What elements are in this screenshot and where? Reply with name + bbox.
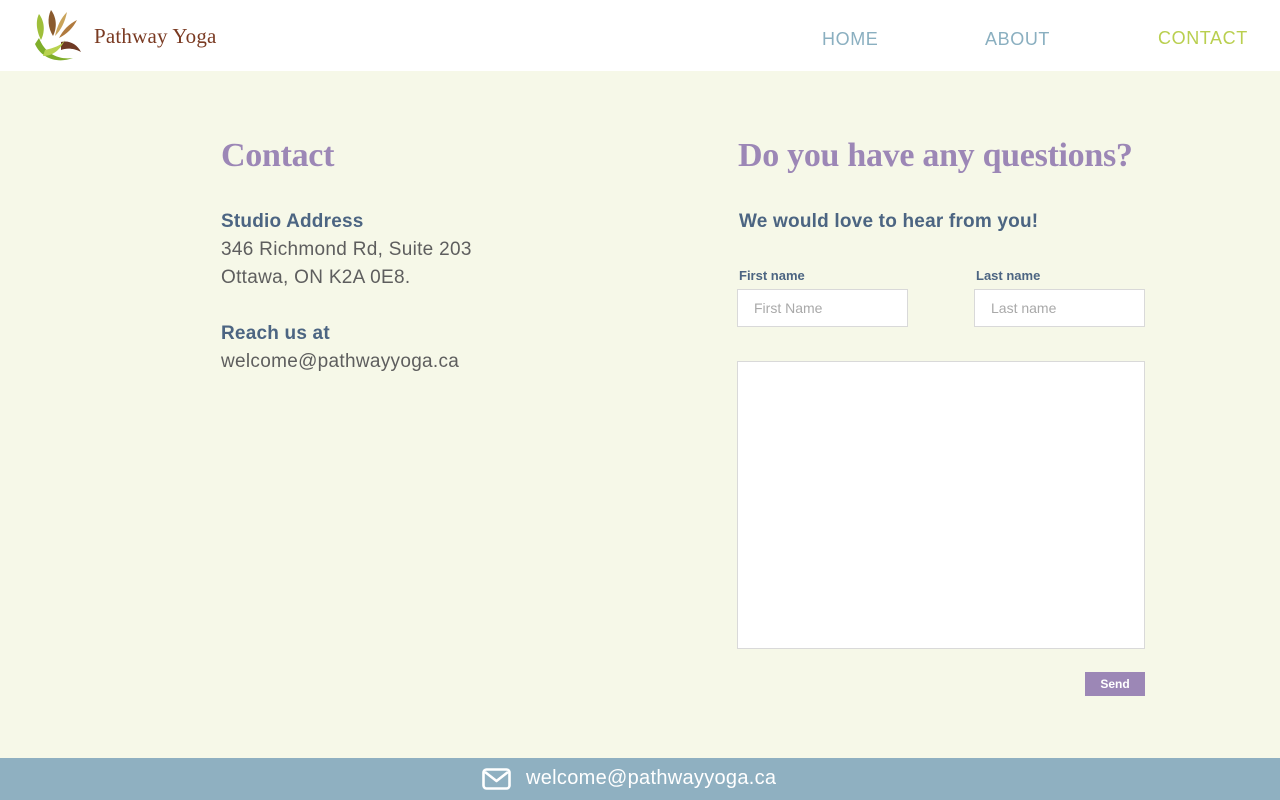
site-header: Pathway Yoga HOME ABOUT CONTACT: [0, 0, 1280, 71]
contact-title: Contact: [221, 137, 335, 174]
last-name-label: Last name: [976, 268, 1041, 283]
address-line-2: Ottawa, ON K2A 0E8.: [221, 267, 411, 288]
reach-us-heading: Reach us at: [221, 323, 330, 344]
questions-title: Do you have any questions?: [738, 137, 1133, 174]
site-footer: welcome@pathwayyoga.ca: [0, 758, 1280, 800]
logo-text: Pathway Yoga: [94, 23, 217, 48]
first-name-label: First name: [739, 268, 805, 283]
first-name-input[interactable]: [737, 289, 908, 327]
send-button[interactable]: Send: [1085, 672, 1145, 696]
lotus-leaf-logo-icon: [35, 10, 81, 61]
studio-address-heading: Studio Address: [221, 211, 364, 232]
message-textarea[interactable]: [737, 361, 1145, 649]
last-name-input[interactable]: [974, 289, 1145, 327]
nav-about-link[interactable]: ABOUT: [985, 29, 1050, 50]
footer-email-link[interactable]: welcome@pathwayyoga.ca: [526, 767, 776, 790]
site-logo[interactable]: Pathway Yoga: [31, 8, 231, 64]
nav-home-link[interactable]: HOME: [822, 29, 878, 50]
nav-contact-link[interactable]: CONTACT: [1158, 28, 1248, 49]
address-line-1: 346 Richmond Rd, Suite 203: [221, 239, 472, 260]
form-subtitle: We would love to hear from you!: [739, 211, 1039, 232]
contact-email[interactable]: welcome@pathwayyoga.ca: [221, 351, 459, 373]
envelope-icon: [482, 768, 511, 790]
